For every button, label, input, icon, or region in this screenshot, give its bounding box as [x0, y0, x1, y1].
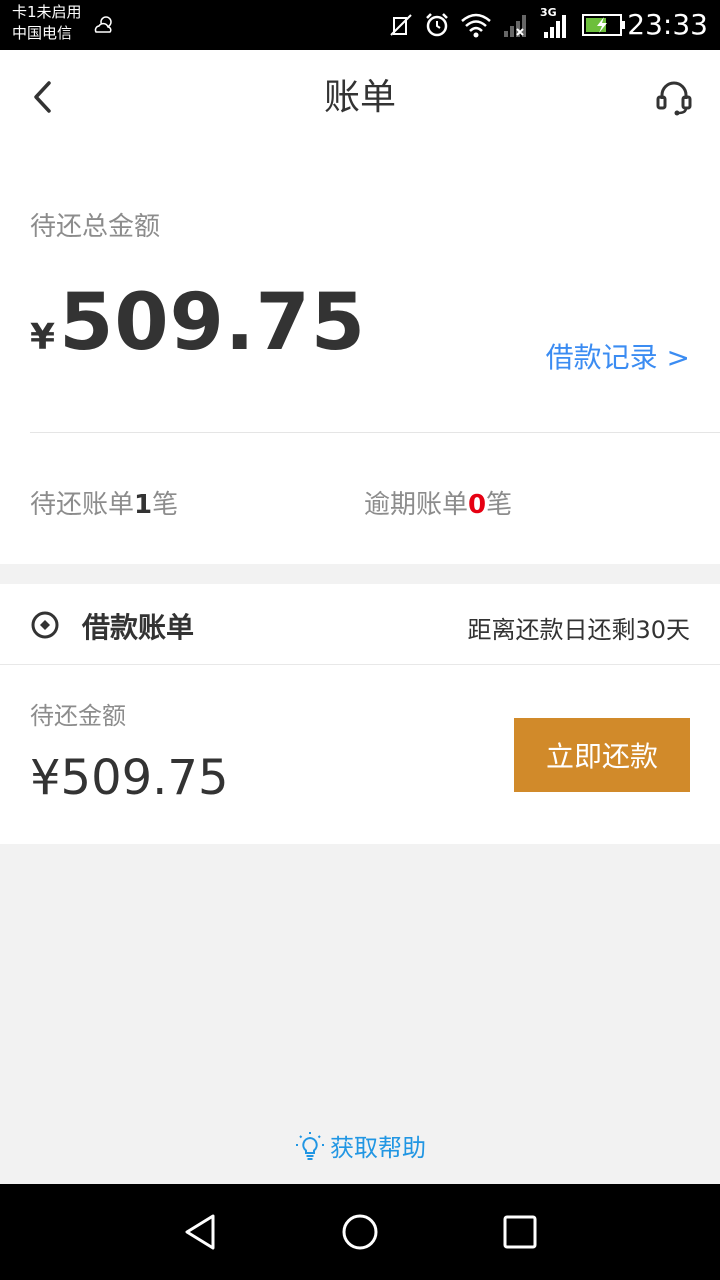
- pending-number: 1: [134, 490, 153, 520]
- overdue-bills-count: 逾期账单0笔: [364, 484, 512, 521]
- status-bar: 卡1未启用 中国电信 3G 23:33: [0, 0, 720, 50]
- due-amount-label: 待还金额: [30, 702, 126, 730]
- loan-bill-header: 借款账单 距离还款日还剩30天: [0, 584, 720, 664]
- overdue-suffix: 笔: [486, 490, 513, 520]
- loan-bill-title: 借款账单: [82, 611, 195, 644]
- get-help-link[interactable]: 获取帮助: [0, 1128, 720, 1163]
- total-amount: ¥ 509.75: [30, 278, 366, 368]
- signal-sim2: 3G: [540, 6, 572, 40]
- system-nav-bar: [0, 1184, 720, 1280]
- headset-icon: [656, 81, 692, 116]
- sim-status: 卡1未启用: [12, 3, 82, 21]
- customer-service-button[interactable]: [652, 76, 696, 120]
- status-icons: 3G: [388, 6, 626, 42]
- overdue-prefix: 逾期账单: [364, 490, 469, 520]
- signal-icon: [544, 15, 566, 38]
- due-amount-value: ¥509.75: [30, 750, 229, 806]
- bill-summary: 待还总金额 ¥ 509.75 借款记录 > 待还账单1笔 逾期账单0笔: [0, 146, 720, 564]
- coin-icon: [31, 611, 59, 639]
- loan-bill-card: 借款账单 距离还款日还剩30天 待还金额 ¥509.75 立即还款: [0, 584, 720, 844]
- nav-home-button[interactable]: [340, 1212, 380, 1252]
- repay-now-button[interactable]: 立即还款: [514, 718, 690, 792]
- page-title: 账单: [323, 77, 396, 118]
- triangle-back-icon: [185, 1214, 215, 1250]
- divider: [0, 664, 720, 665]
- battery-charging-icon: [582, 14, 625, 36]
- get-help-label: 获取帮助: [330, 1134, 426, 1162]
- divider: [30, 432, 720, 433]
- vibrate-off-icon: [390, 14, 412, 36]
- pending-suffix: 笔: [152, 490, 179, 520]
- alarm-icon: [426, 13, 448, 37]
- wifi-icon: [461, 13, 491, 38]
- lightbulb-icon: [296, 1131, 324, 1160]
- pending-prefix: 待还账单: [30, 490, 135, 520]
- currency-symbol: ¥: [30, 317, 56, 358]
- circle-home-icon: [342, 1214, 378, 1250]
- days-remaining: 距离还款日还剩30天: [467, 616, 690, 644]
- signal-sim1-icon: [504, 15, 526, 37]
- total-label: 待还总金额: [30, 212, 161, 242]
- weather-cloudy-icon: [94, 16, 112, 33]
- nav-back-button[interactable]: [180, 1212, 220, 1252]
- pending-bills-count: 待还账单1笔: [30, 484, 178, 521]
- app-header: 账单: [0, 50, 720, 146]
- loan-record-link[interactable]: 借款记录 >: [546, 336, 690, 376]
- overdue-number: 0: [468, 490, 487, 520]
- square-recents-icon: [503, 1215, 537, 1249]
- clock: 23:33: [627, 8, 708, 41]
- total-amount-value: 509.75: [59, 278, 367, 368]
- carrier-info: 卡1未启用 中国电信: [12, 2, 82, 44]
- nav-recents-button[interactable]: [500, 1212, 540, 1252]
- carrier-name: 中国电信: [12, 24, 73, 42]
